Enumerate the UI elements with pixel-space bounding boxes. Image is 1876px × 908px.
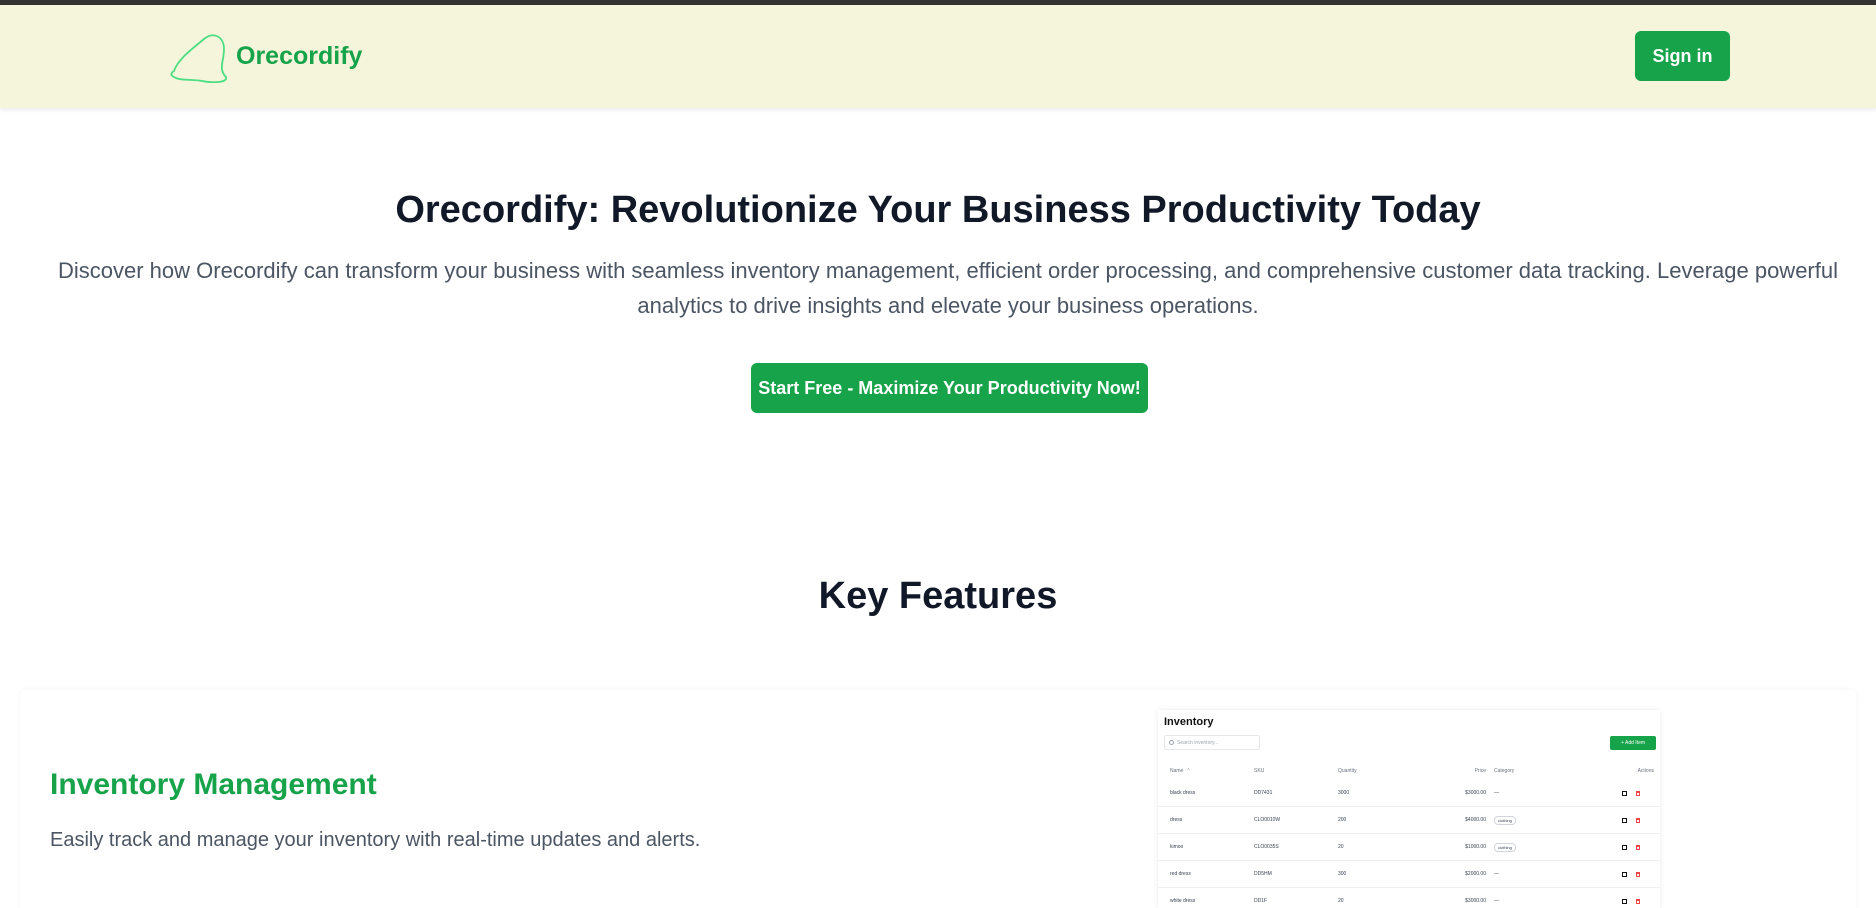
cell-quantity: 200	[1338, 817, 1347, 823]
cell-sku: DD5HM	[1254, 871, 1272, 877]
search-icon	[1169, 740, 1174, 745]
sign-in-button[interactable]: Sign in	[1635, 31, 1730, 81]
cell-name: kimoo	[1170, 844, 1184, 850]
cell-price: $3000.00	[1465, 898, 1486, 904]
delete-icon	[1636, 871, 1640, 877]
site-header: Orecordify Sign in	[0, 5, 1876, 108]
cell-category: clothing	[1482, 807, 1562, 833]
search-placeholder: Search inventory...	[1177, 739, 1219, 746]
delete-icon	[1636, 844, 1640, 850]
cell-category: —	[1494, 871, 1499, 877]
table-row: dress CLO0010W 200 $4000.00 clothing	[1158, 807, 1660, 834]
inventory-screenshot: Inventory Search inventory... + Add Item…	[1158, 710, 1660, 908]
table-row: kimoo CLO0035S 20 $1000.00 clothing	[1158, 834, 1660, 861]
cell-quantity: 20	[1338, 898, 1344, 904]
column-header: Category	[1494, 768, 1515, 774]
delete-icon	[1636, 898, 1640, 904]
edit-icon	[1622, 871, 1627, 877]
edit-icon	[1622, 844, 1627, 850]
cell-quantity: 20	[1338, 844, 1344, 850]
table-row: red dress DD5HM 300 $2000.00 —	[1158, 861, 1660, 888]
category-badge: clothing	[1494, 842, 1516, 852]
feature-title: Inventory Management	[50, 768, 377, 801]
cell-name: white dress	[1170, 898, 1196, 904]
cell-sku: DD1F	[1254, 898, 1268, 904]
delete-icon	[1636, 790, 1640, 796]
cell-actions	[1622, 807, 1658, 833]
cell-sku: CLO0010W	[1254, 817, 1281, 823]
cell-price: $3000.00	[1465, 790, 1486, 796]
column-header: Price	[1474, 768, 1486, 774]
column-header: Actions	[1637, 768, 1654, 774]
cell-actions	[1622, 834, 1658, 860]
cell-category: —	[1494, 790, 1499, 796]
cell-category: —	[1494, 898, 1499, 904]
cell-quantity: 300	[1338, 871, 1347, 877]
cell-name: dress	[1170, 817, 1183, 823]
cell-sku: CLO0035S	[1254, 844, 1279, 850]
cell-actions	[1622, 780, 1658, 806]
column-header: Name ⌃	[1170, 768, 1191, 774]
brand-logo[interactable]: Orecordify	[168, 31, 362, 83]
cell-price: $4000.00	[1465, 817, 1486, 823]
column-header: Quantity	[1338, 768, 1357, 774]
cell-category: clothing	[1482, 834, 1562, 860]
sort-up-icon: ⌃	[1186, 768, 1191, 774]
inventory-search-field: Search inventory...	[1164, 735, 1260, 750]
logo-blob-icon	[170, 34, 227, 83]
table-header: Name ⌃ SKU Quantity Price Category Action…	[1158, 765, 1660, 777]
cell-actions	[1622, 861, 1658, 887]
brand-name: Orecordify	[236, 41, 363, 70]
column-header: SKU	[1254, 768, 1265, 774]
edit-icon	[1622, 790, 1627, 796]
hero-description: Discover how Orecordify can transform yo…	[58, 258, 1838, 318]
cell-quantity: 3000	[1338, 790, 1350, 796]
edit-icon	[1622, 898, 1627, 904]
start-free-button[interactable]: Start Free - Maximize Your Productivity …	[751, 363, 1148, 413]
cell-actions	[1622, 888, 1658, 908]
features-title: Key Features	[818, 575, 1058, 617]
cell-name: red dress	[1170, 871, 1191, 877]
cell-price: $1000.00	[1465, 844, 1486, 850]
inventory-preview-title: Inventory	[1164, 716, 1214, 728]
edit-icon	[1622, 817, 1627, 823]
hero-title: Orecordify: Revolutionize Your Business …	[395, 189, 1481, 231]
table-row: white dress DD1F 20 $3000.00 —	[1158, 888, 1660, 908]
cell-sku: DD7431	[1254, 790, 1273, 796]
delete-icon	[1636, 817, 1640, 823]
category-badge: clothing	[1494, 815, 1516, 825]
feature-description: Easily track and manage your inventory w…	[50, 829, 701, 851]
add-item-button: + Add Item	[1610, 736, 1656, 750]
table-row: black dress DD7431 3000 $3000.00 —	[1158, 780, 1660, 807]
cell-price: $2000.00	[1465, 871, 1486, 877]
cell-name: black dress	[1170, 790, 1196, 796]
